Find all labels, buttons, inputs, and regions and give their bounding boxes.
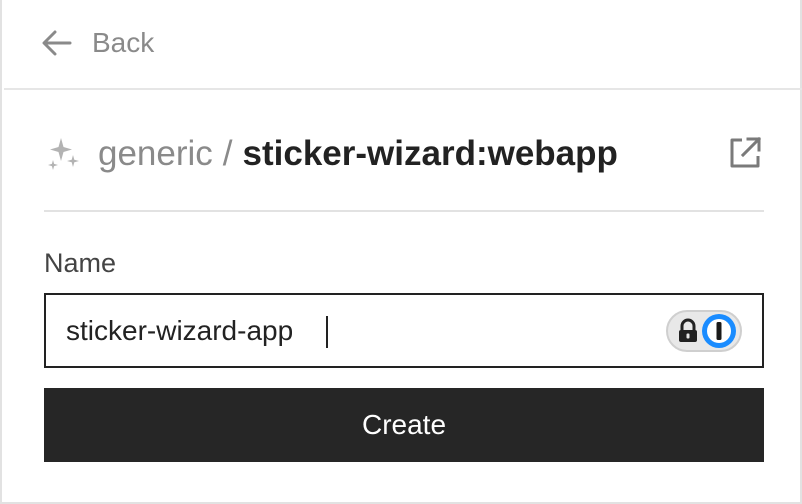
external-link-icon[interactable]: [728, 136, 762, 170]
header-bar: Back: [4, 0, 802, 90]
password-manager-button[interactable]: [666, 310, 742, 352]
title-namespace[interactable]: generic: [98, 134, 213, 173]
name-label: Name: [44, 248, 117, 278]
lock-icon: [679, 318, 697, 342]
page-title: generic / sticker-wizard:webapp: [44, 126, 764, 182]
arrow-left-icon: [42, 30, 72, 56]
back-button[interactable]: Back: [42, 27, 154, 59]
title-separator: /: [222, 134, 233, 173]
name-field[interactable]: [44, 293, 764, 368]
title-text: generic / sticker-wizard:webapp: [98, 134, 618, 174]
name-input[interactable]: [66, 310, 626, 351]
divider: [44, 210, 764, 212]
create-button[interactable]: Create: [44, 388, 764, 462]
panel: Back generic / sticker-wizard:webapp Name: [0, 0, 802, 504]
title-name: sticker-wizard:webapp: [242, 134, 618, 173]
sparkle-icon: [48, 138, 79, 170]
onepassword-icon: [702, 314, 736, 348]
back-label: Back: [92, 27, 155, 58]
text-caret: [326, 316, 328, 348]
